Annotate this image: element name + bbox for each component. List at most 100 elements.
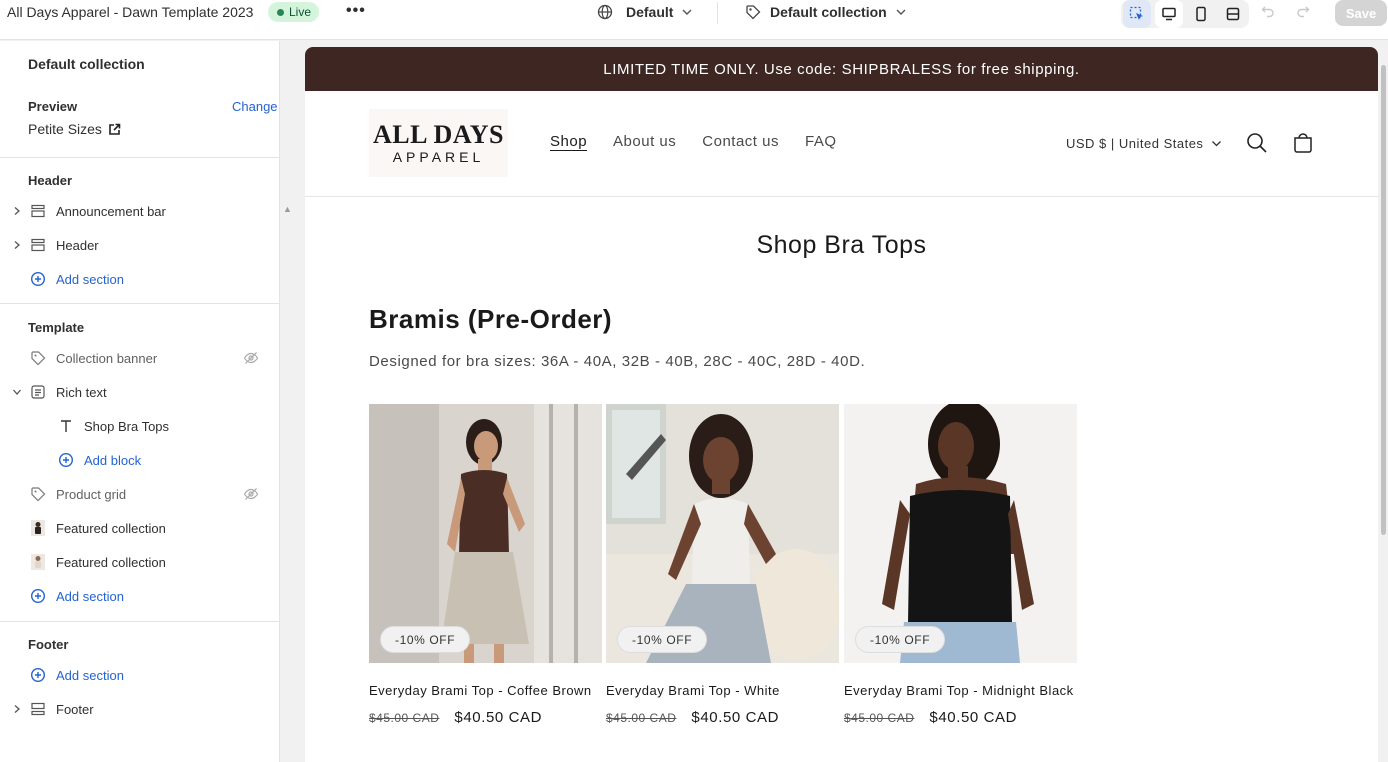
hidden-eye-icon[interactable] (243, 350, 259, 366)
main-nav: Shop About us Contact us FAQ (550, 133, 837, 150)
redo-button[interactable] (1296, 4, 1310, 22)
footer-layout-icon (30, 701, 46, 717)
template-add-section-button[interactable]: Add section (0, 582, 279, 610)
product-name[interactable]: Everyday Brami Top - White (606, 682, 839, 700)
fullscreen-view-button[interactable] (1219, 0, 1247, 28)
product-image[interactable]: -10% OFF (606, 404, 839, 663)
product-price: $45.00 CAD $40.50 CAD (369, 709, 602, 726)
plus-circle-icon (58, 452, 74, 468)
hidden-eye-icon[interactable] (243, 486, 259, 502)
section-label: Product grid (56, 486, 127, 502)
nav-faq[interactable]: FAQ (805, 133, 837, 150)
add-block-button[interactable]: Add block (0, 446, 279, 474)
cart-icon[interactable] (1292, 132, 1314, 154)
product-price: $45.00 CAD $40.50 CAD (606, 709, 839, 726)
topbar-divider (717, 2, 718, 24)
sidebar-divider (0, 303, 279, 304)
header-add-section-button[interactable]: Add section (0, 265, 279, 293)
preview-collection-link[interactable]: Petite Sizes (28, 121, 121, 137)
chevron-down-icon (1212, 141, 1222, 147)
block-shop-bra-tops[interactable]: Shop Bra Tops (0, 412, 279, 440)
product-card[interactable]: -10% OFF Everyday Brami Top - White $45.… (606, 404, 839, 726)
undo-icon (1261, 6, 1274, 18)
undo-button[interactable] (1261, 4, 1275, 22)
nav-about-us[interactable]: About us (613, 133, 676, 150)
chevron-down-icon[interactable] (12, 387, 22, 397)
section-collection-banner[interactable]: Collection banner (0, 344, 279, 372)
chevron-right-icon[interactable] (12, 240, 22, 250)
inspector-toggle-button[interactable] (1123, 0, 1151, 28)
product-photo-coffee-brown (369, 404, 602, 663)
nav-shop[interactable]: Shop (550, 133, 587, 150)
section-label: Header (56, 237, 99, 253)
section-label: Collection banner (56, 350, 158, 366)
product-image[interactable]: -10% OFF (369, 404, 602, 663)
save-button[interactable]: Save (1335, 0, 1387, 26)
chevron-down-icon (682, 9, 692, 15)
product-image[interactable]: -10% OFF (844, 404, 1077, 663)
section-featured-collection-1[interactable]: Featured collection (0, 514, 279, 542)
chevron-right-icon[interactable] (12, 704, 22, 714)
product-card[interactable]: -10% OFF Everyday Brami Top - Midnight B… (844, 404, 1077, 726)
tag-icon (746, 5, 761, 20)
product-name[interactable]: Everyday Brami Top - Midnight Black (844, 682, 1077, 700)
collection-title[interactable]: Bramis (Pre-Order) (369, 304, 612, 335)
discount-badge: -10% OFF (380, 626, 471, 653)
section-footer[interactable]: Footer (0, 695, 279, 723)
template-selector[interactable]: Default collection (745, 4, 907, 20)
store-logo[interactable]: ALL DAYS APPAREL (369, 109, 508, 177)
section-featured-collection-2[interactable]: Featured collection (0, 548, 279, 576)
globe-icon (597, 4, 613, 20)
section-header[interactable]: Header (0, 231, 279, 259)
compare-at-price: $45.00 CAD (844, 711, 915, 725)
storefront-preview[interactable]: LIMITED TIME ONLY. Use code: SHIPBRALESS… (305, 47, 1378, 762)
product-name[interactable]: Everyday Brami Top - Coffee Brown (369, 682, 602, 700)
mobile-icon (1196, 6, 1206, 22)
add-section-label: Add section (56, 588, 124, 604)
add-section-label: Add section (56, 667, 124, 683)
view-mode-toolbar (1121, 0, 1249, 28)
add-block-label: Add block (84, 452, 142, 468)
discount-badge: -10% OFF (617, 626, 708, 653)
footer-add-section-button[interactable]: Add section (0, 661, 279, 689)
sale-price: $40.50 CAD (454, 709, 543, 726)
section-label: Announcement bar (56, 203, 166, 219)
editor-topbar: All Days Apparel - Dawn Template 2023 Li… (0, 0, 1388, 40)
preview-change-link[interactable]: Change (232, 99, 278, 114)
sale-price: $40.50 CAD (929, 709, 1018, 726)
live-dot-icon (277, 8, 284, 16)
more-actions-button[interactable]: ••• (346, 2, 366, 20)
mobile-view-button[interactable] (1187, 0, 1215, 28)
nav-contact-us[interactable]: Contact us (702, 133, 779, 150)
preview-scrollbar[interactable] (1379, 47, 1388, 762)
layout-section-icon (30, 203, 46, 219)
section-product-grid[interactable]: Product grid (0, 480, 279, 508)
scroll-up-icon[interactable]: ▲ (283, 204, 292, 214)
heading-text-icon (58, 418, 74, 434)
rich-text-heading[interactable]: Shop Bra Tops (305, 231, 1378, 260)
currency-selector[interactable]: USD $ | United States (1066, 136, 1222, 151)
theme-selector[interactable]: Default (597, 4, 693, 20)
section-rich-text[interactable]: Rich text (0, 378, 279, 406)
plus-circle-icon (30, 667, 46, 683)
product-card[interactable]: -10% OFF Everyday Brami Top - Coffee Bro… (369, 404, 602, 726)
select-pointer-icon (1129, 6, 1143, 20)
compare-at-price: $45.00 CAD (606, 711, 677, 725)
compare-at-price: $45.00 CAD (369, 711, 440, 725)
desktop-view-button[interactable] (1155, 0, 1183, 28)
product-photo-midnight-black (844, 404, 1077, 663)
section-announcement-bar[interactable]: Announcement bar (0, 197, 279, 225)
product-thumbnail-icon (30, 554, 46, 570)
preview-scrollbar-thumb[interactable] (1381, 65, 1386, 535)
announcement-bar[interactable]: LIMITED TIME ONLY. Use code: SHIPBRALESS… (305, 47, 1378, 91)
search-icon[interactable] (1246, 132, 1268, 154)
sections-sidebar: Default collection Preview Change Petite… (0, 41, 292, 762)
template-selector-label: Default collection (770, 4, 887, 20)
collection-description: Designed for bra sizes: 36A - 40A, 32B -… (369, 353, 866, 370)
chevron-right-icon[interactable] (12, 206, 22, 216)
section-label: Featured collection (56, 520, 166, 536)
currency-label: USD $ | United States (1066, 136, 1204, 151)
external-link-icon (109, 123, 121, 135)
add-section-label: Add section (56, 271, 124, 287)
sidebar-divider (0, 157, 279, 158)
